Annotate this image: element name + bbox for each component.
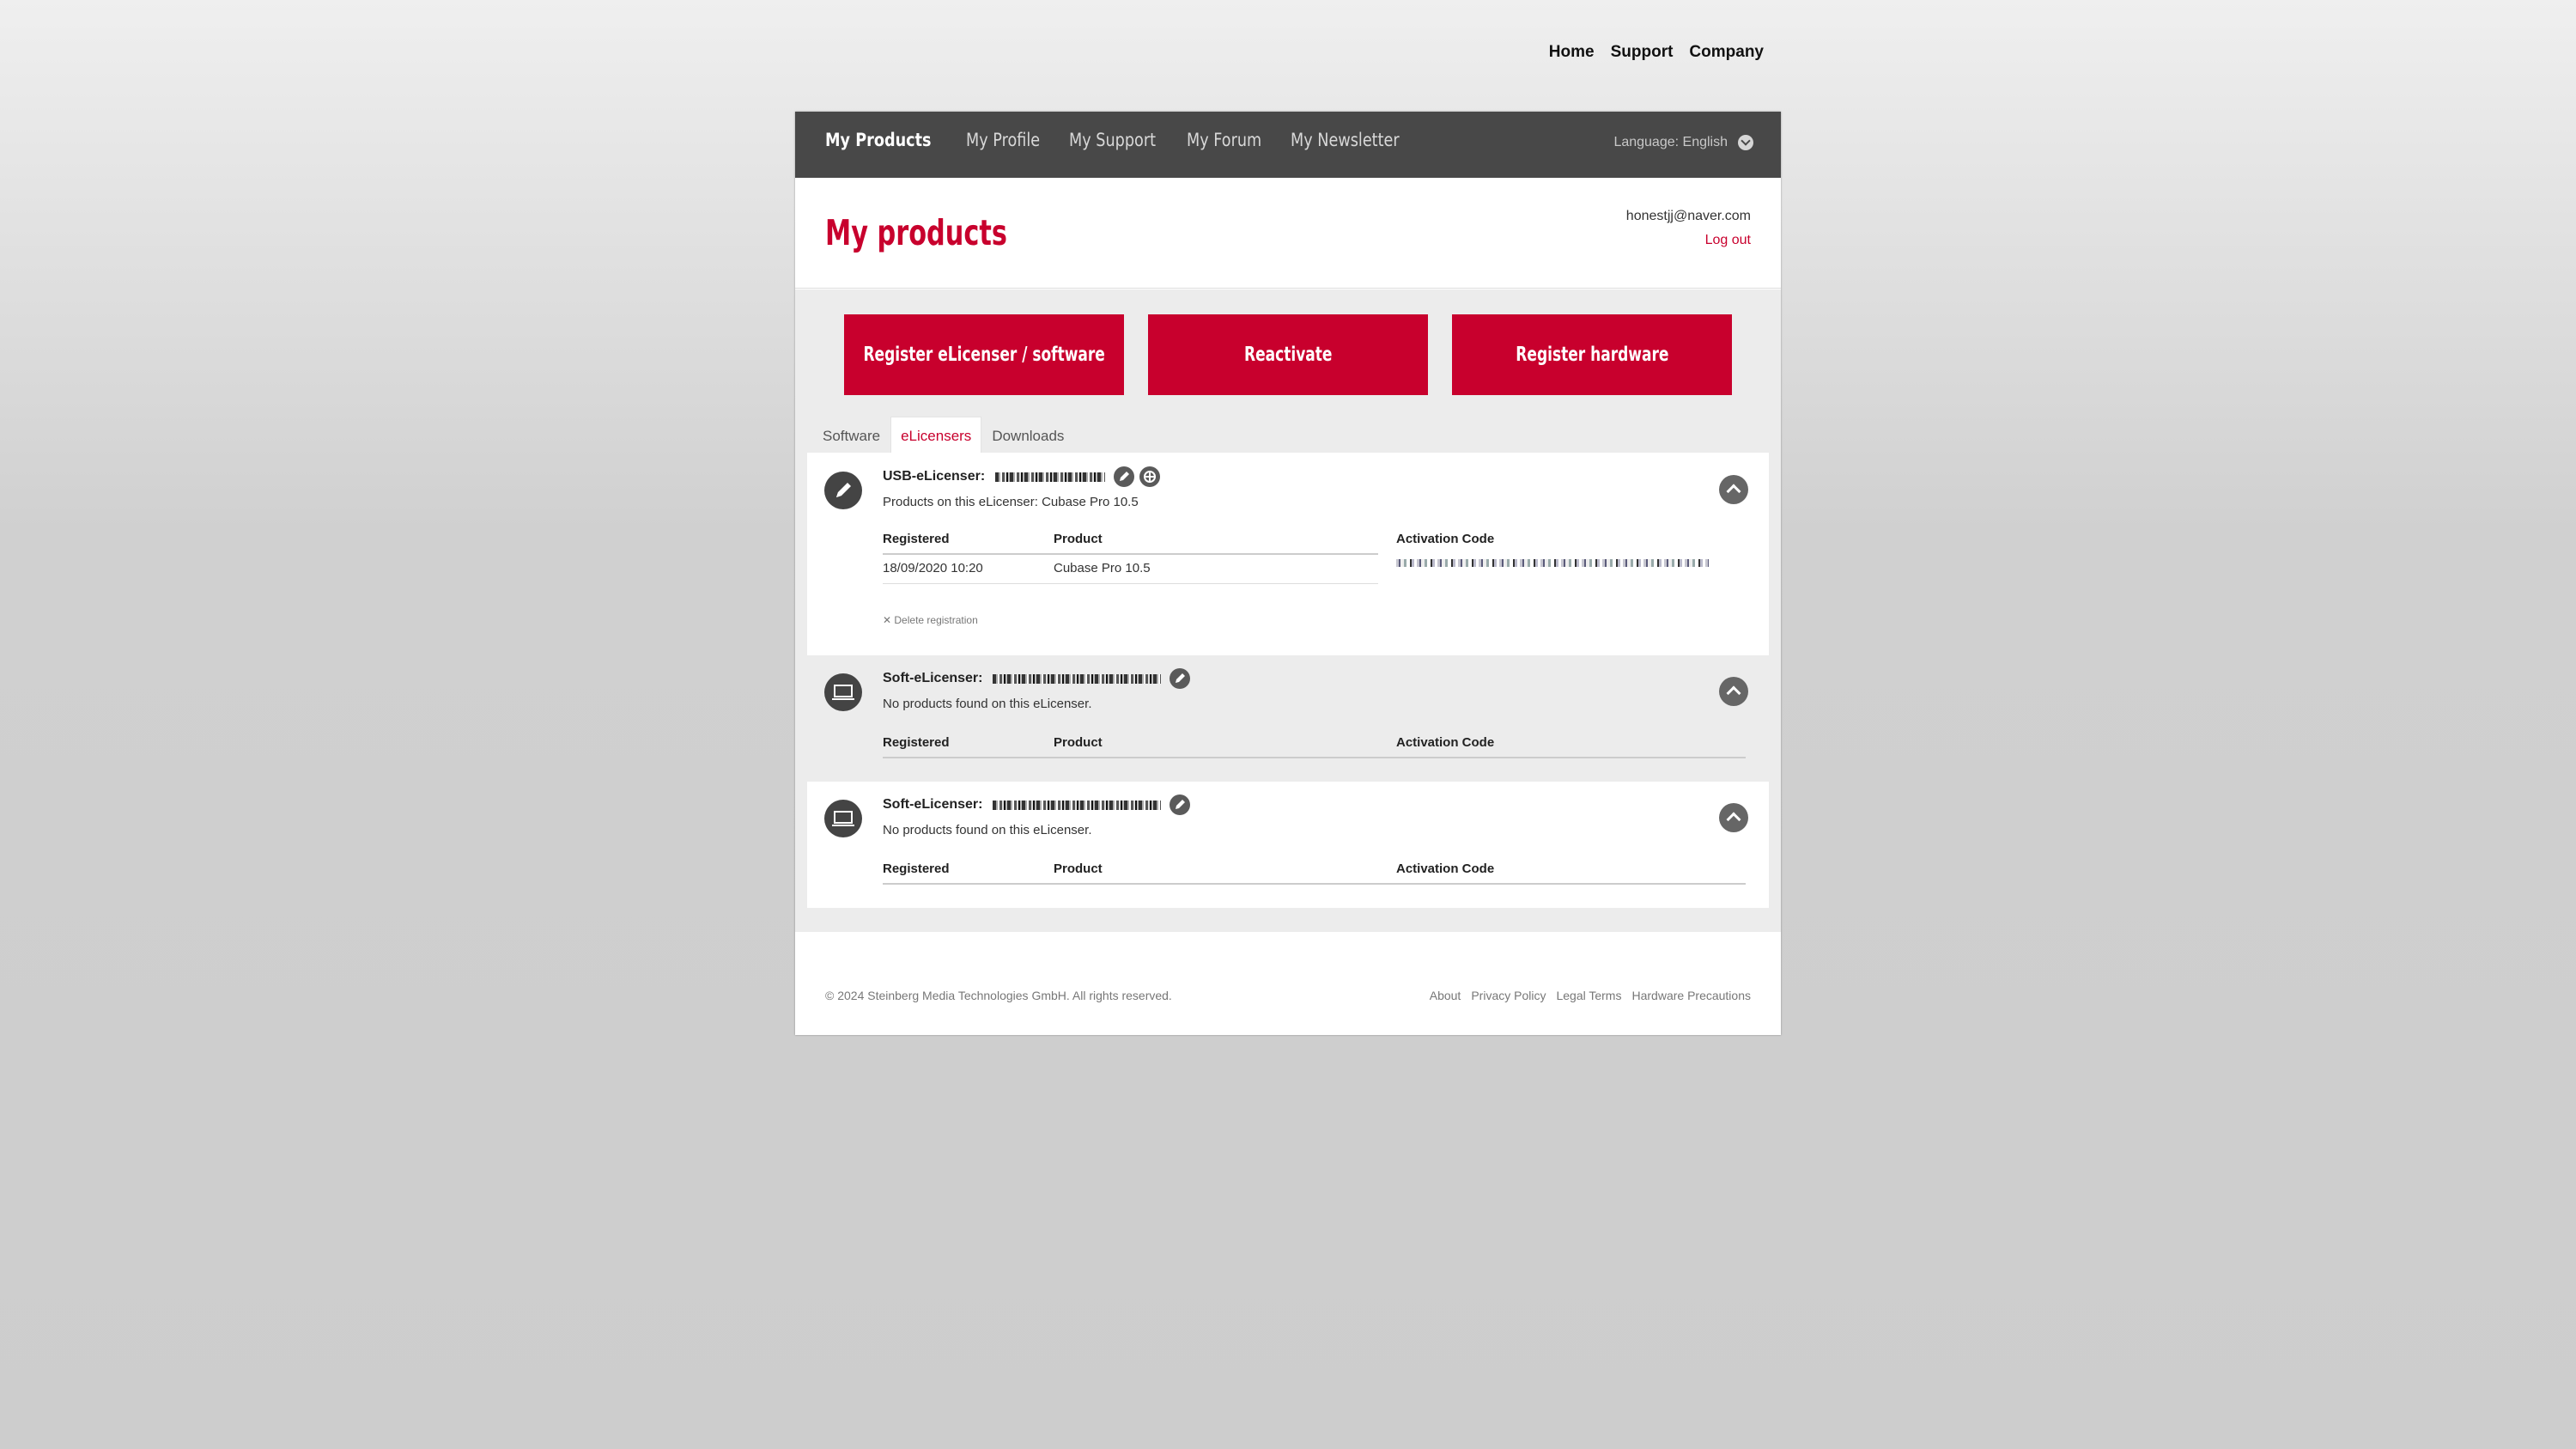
edit-icon[interactable] <box>1170 668 1191 689</box>
col-activation-code: Activation Code <box>1396 735 1495 750</box>
tab-my-support[interactable]: My Support <box>1069 130 1156 150</box>
elicenser-panel-usb: USB-eLicenser: Products on this eLicense… <box>807 453 1769 655</box>
device-header: USB-eLicenser: <box>883 466 1161 487</box>
pencil-icon <box>824 472 862 509</box>
copyright: © 2024 Steinberg Media Technologies GmbH… <box>825 989 1172 1002</box>
chevron-up-icon[interactable] <box>1719 475 1748 504</box>
footer-link-privacy[interactable]: Privacy Policy <box>1471 989 1546 1002</box>
title-bar: My products honestjj@naver.com Log out <box>795 178 1781 289</box>
top-nav-company[interactable]: Company <box>1689 43 1764 62</box>
close-icon: ✕ <box>883 614 895 626</box>
language-selector[interactable]: Language: English <box>1613 135 1753 150</box>
col-product: Product <box>1054 532 1103 546</box>
footer-link-hardware[interactable]: Hardware Precautions <box>1631 989 1751 1002</box>
elicenser-panel-soft-2: Soft-eLicenser: No products found on thi… <box>807 782 1769 908</box>
logout-link[interactable]: Log out <box>1705 233 1751 248</box>
tab-my-profile[interactable]: My Profile <box>966 130 1040 150</box>
site-top-nav: Home Support Company <box>1549 43 1764 62</box>
tab-my-products[interactable]: My Products <box>825 130 932 150</box>
edit-icon[interactable] <box>1170 795 1191 815</box>
col-registered: Registered <box>883 861 950 876</box>
subtab-software[interactable]: Software <box>812 417 890 453</box>
row-registered: 18/09/2020 10:20 <box>883 561 983 575</box>
footer-link-legal[interactable]: Legal Terms <box>1556 989 1621 1002</box>
activation-code <box>1396 559 1709 567</box>
reactivate-label: Reactivate <box>1243 344 1333 366</box>
product-subtabs: Software eLicensers Downloads <box>812 417 1074 453</box>
row-product: Cubase Pro 10.5 <box>1054 561 1151 575</box>
subtab-elicensers[interactable]: eLicensers <box>890 417 982 453</box>
col-registered: Registered <box>883 532 950 546</box>
table-header-rule <box>883 553 1378 555</box>
device-subtitle: No products found on this eLicenser. <box>883 697 1092 711</box>
col-product: Product <box>1054 735 1103 750</box>
col-activation-code: Activation Code <box>1396 861 1495 876</box>
table-header-rule <box>883 883 1746 885</box>
laptop-icon <box>824 800 862 837</box>
col-registered: Registered <box>883 735 950 750</box>
device-type-label: Soft-eLicenser: <box>883 797 983 812</box>
chevron-up-icon[interactable] <box>1719 803 1748 832</box>
device-subtitle: No products found on this eLicenser. <box>883 823 1092 837</box>
register-hardware-button[interactable]: Register hardware <box>1452 314 1732 395</box>
delete-registration-label: Delete registration <box>894 614 978 626</box>
device-subtitle: Products on this eLicenser: Cubase Pro 1… <box>883 495 1139 509</box>
chevron-down-icon <box>1738 135 1753 150</box>
device-header: Soft-eLicenser: <box>883 795 1191 815</box>
register-elicenser-button[interactable]: Register eLicenser / software <box>844 314 1124 395</box>
footer-link-about[interactable]: About <box>1430 989 1461 1002</box>
network-icon[interactable] <box>1139 466 1161 487</box>
col-activation-code: Activation Code <box>1396 532 1495 546</box>
user-email: honestjj@naver.com <box>1625 209 1751 223</box>
footer: © 2024 Steinberg Media Technologies GmbH… <box>825 989 1751 1002</box>
register-elicenser-label: Register eLicenser / software <box>863 344 1105 366</box>
laptop-icon <box>824 673 862 711</box>
top-nav-support[interactable]: Support <box>1611 43 1674 62</box>
tab-my-forum[interactable]: My Forum <box>1187 130 1261 150</box>
device-serial <box>995 472 1106 482</box>
device-header: Soft-eLicenser: <box>883 668 1191 689</box>
elicenser-panel-soft-1: Soft-eLicenser: No products found on thi… <box>807 655 1769 782</box>
language-label: Language: English <box>1613 135 1728 149</box>
page-title: My products <box>825 212 1007 253</box>
device-serial <box>993 673 1162 684</box>
products-content: Register eLicenser / software Reactivate… <box>795 289 1781 932</box>
table-row-rule <box>883 583 1378 584</box>
device-type-label: USB-eLicenser: <box>883 469 986 484</box>
subtab-downloads[interactable]: Downloads <box>981 417 1074 453</box>
delete-registration-link[interactable]: ✕ Delete registration <box>883 614 978 626</box>
account-nav-bar: My Products My Profile My Support My For… <box>795 112 1781 178</box>
edit-icon[interactable] <box>1114 466 1135 487</box>
top-nav-home[interactable]: Home <box>1549 43 1595 62</box>
device-serial <box>993 800 1162 810</box>
tab-my-newsletter[interactable]: My Newsletter <box>1291 130 1400 150</box>
col-product: Product <box>1054 861 1103 876</box>
device-type-label: Soft-eLicenser: <box>883 671 983 685</box>
reactivate-button[interactable]: Reactivate <box>1148 314 1428 395</box>
account-card: My Products My Profile My Support My For… <box>795 112 1781 1035</box>
table-header-rule <box>883 757 1746 758</box>
chevron-up-icon[interactable] <box>1719 677 1748 706</box>
register-hardware-label: Register hardware <box>1515 344 1669 366</box>
